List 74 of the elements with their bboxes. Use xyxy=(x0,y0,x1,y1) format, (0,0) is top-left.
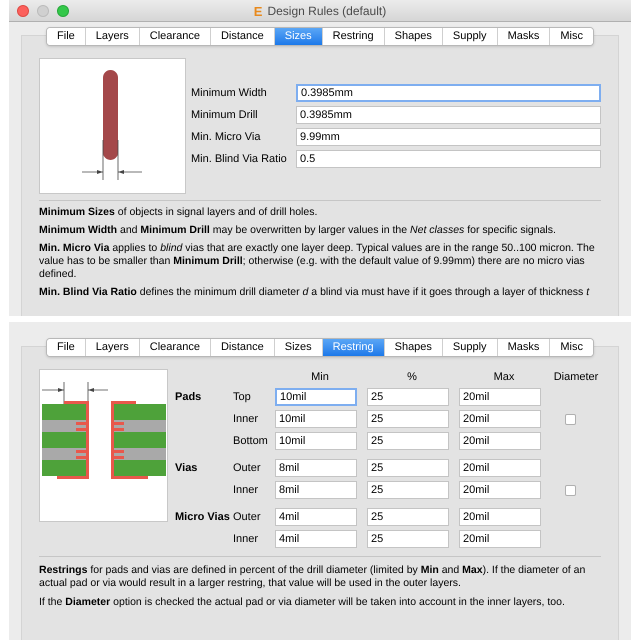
field-label: Min. Blind Via Ratio xyxy=(191,152,288,167)
group-label: Vias xyxy=(175,461,198,476)
input-field[interactable]: 20mil xyxy=(459,481,541,499)
tab[interactable]: Layers xyxy=(84,28,139,45)
input-field[interactable]: 10mil xyxy=(275,432,357,450)
row-label: Inner xyxy=(233,532,260,547)
input-field[interactable]: 0.3985mm xyxy=(296,84,601,102)
input-field[interactable]: 25 xyxy=(367,432,449,450)
tab[interactable]: Supply xyxy=(442,28,497,45)
row-label: Top xyxy=(233,390,252,405)
input-field[interactable]: 0.3985mm xyxy=(296,106,601,124)
column-header: % xyxy=(406,370,418,385)
description-text: Min. Micro Via applies to blind vias that are exactly one layer deep. Typical values are in the range 50..100 micron. The value has to be smaller than Minimum Drill; otherwise (e.g. with the default value of 9.99mm) there are no micro vias defined. xyxy=(39,242,596,281)
group-label: Pads xyxy=(175,390,202,405)
tab[interactable]: Clearance xyxy=(138,28,210,45)
tab[interactable]: Sizes xyxy=(274,339,322,356)
input-field[interactable]: 20mil xyxy=(459,459,541,477)
input-field[interactable]: 25 xyxy=(367,530,449,548)
input-field[interactable]: 0.5 xyxy=(296,150,601,168)
tab[interactable]: Shapes xyxy=(384,339,442,356)
description-text: Restrings for pads and vias are defined in percent of the drill diameter (limited by Min and Max). If the diameter of an actual pad or via would result in a larger restring, that value will be used in the outer layers. xyxy=(39,564,586,590)
input-field[interactable]: 20mil xyxy=(459,530,541,548)
input-field[interactable]: 10mil xyxy=(275,388,357,406)
input-field[interactable]: 9.99mm xyxy=(296,128,601,146)
tab[interactable]: File xyxy=(47,339,85,356)
tab[interactable]: Distance xyxy=(210,339,274,356)
diameter-checkbox[interactable] xyxy=(565,414,576,424)
input-field[interactable]: 8mil xyxy=(275,459,357,477)
input-field[interactable]: 20mil xyxy=(459,410,541,428)
tab[interactable]: Masks xyxy=(496,28,550,45)
input-field[interactable]: 10mil xyxy=(275,410,357,428)
tab[interactable]: Supply xyxy=(442,339,497,356)
row-label: Outer xyxy=(233,460,262,476)
input-field[interactable]: 8mil xyxy=(275,481,357,499)
column-header: Diameter xyxy=(552,370,600,385)
field-label: Minimum Drill xyxy=(191,108,259,123)
tab[interactable]: Masks xyxy=(496,339,550,356)
row-label: Inner xyxy=(233,412,260,427)
tab[interactable]: Restring xyxy=(322,28,384,45)
tab[interactable]: Shapes xyxy=(384,28,442,45)
tab[interactable]: Misc xyxy=(549,28,593,45)
description-text: Min. Blind Via Ratio defines the minimum drill diameter d a blind via must have if it goes through a layer of thickness t xyxy=(39,286,590,299)
row-label: Inner xyxy=(233,482,260,498)
input-field[interactable]: 20mil xyxy=(459,388,541,406)
tab[interactable]: Misc xyxy=(549,339,593,356)
field-label: Minimum Width xyxy=(191,86,268,101)
column-header: Min xyxy=(310,370,330,385)
input-field[interactable]: 25 xyxy=(367,410,449,428)
field-label: Min. Micro Via xyxy=(191,130,262,145)
window-title: Design Rules (default) xyxy=(267,3,386,20)
input-field[interactable]: 25 xyxy=(367,508,449,526)
description-text: Minimum Width and Minimum Drill may be overwritten by larger values in the Net classes for specific signals. xyxy=(39,224,557,237)
column-header: Max xyxy=(492,370,516,385)
input-field[interactable]: 20mil xyxy=(459,432,541,450)
close-button[interactable] xyxy=(17,4,29,16)
row-label: Bottom xyxy=(233,434,269,449)
minimize-button[interactable] xyxy=(37,4,49,16)
tab[interactable]: Clearance xyxy=(138,339,210,356)
tab[interactable]: Distance xyxy=(210,28,274,45)
tab[interactable]: Layers xyxy=(84,339,139,356)
input-field[interactable]: 4mil xyxy=(275,508,357,526)
description-text: If the Diameter option is checked the actual pad or via diameter will be taken into account in the inner layers, too. xyxy=(39,596,566,609)
input-field[interactable]: 25 xyxy=(367,459,449,477)
app-logo: E xyxy=(254,4,262,18)
row-label: Outer xyxy=(233,510,262,525)
zoom-button[interactable] xyxy=(57,4,69,16)
input-field[interactable]: 25 xyxy=(367,388,449,406)
input-field[interactable]: 20mil xyxy=(459,508,541,526)
description-text: Minimum Sizes of objects in signal layers and of drill holes. xyxy=(39,206,318,219)
input-field[interactable]: 25 xyxy=(367,481,449,499)
diameter-checkbox[interactable] xyxy=(565,484,576,496)
tab[interactable]: File xyxy=(47,28,85,45)
group-label: Micro Vias xyxy=(175,510,231,525)
input-field[interactable]: 4mil xyxy=(275,530,357,548)
